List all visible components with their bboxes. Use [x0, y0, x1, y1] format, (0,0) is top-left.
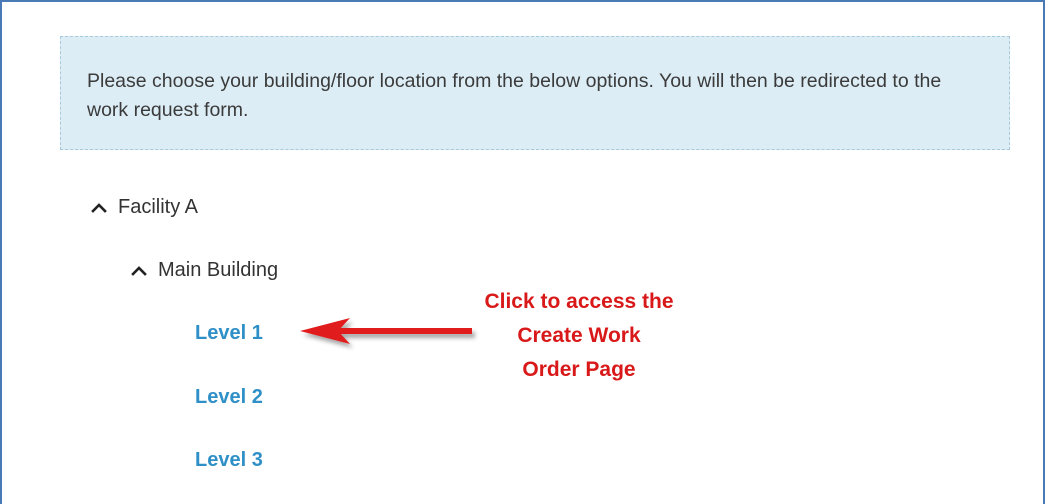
- tree-node-facility-label: Facility A: [118, 196, 199, 218]
- info-message-box: Please choose your building/floor locati…: [60, 36, 1010, 150]
- level-2-link[interactable]: Level 2: [195, 386, 263, 409]
- tree-node-building[interactable]: Main Building: [130, 259, 278, 282]
- chevron-up-icon: [131, 265, 147, 276]
- annotation-callout: Click to access the Create Work Order Pa…: [484, 290, 674, 381]
- level-1-link[interactable]: Level 1: [195, 322, 263, 345]
- chevron-up-icon: [91, 202, 107, 213]
- level-3-link[interactable]: Level 3: [195, 449, 263, 472]
- tree-node-facility[interactable]: Facility A: [90, 196, 198, 219]
- tree-node-building-label: Main Building: [158, 259, 279, 281]
- info-message-text: Please choose your building/floor locati…: [87, 70, 942, 121]
- page-frame: Please choose your building/floor locati…: [0, 0, 1045, 504]
